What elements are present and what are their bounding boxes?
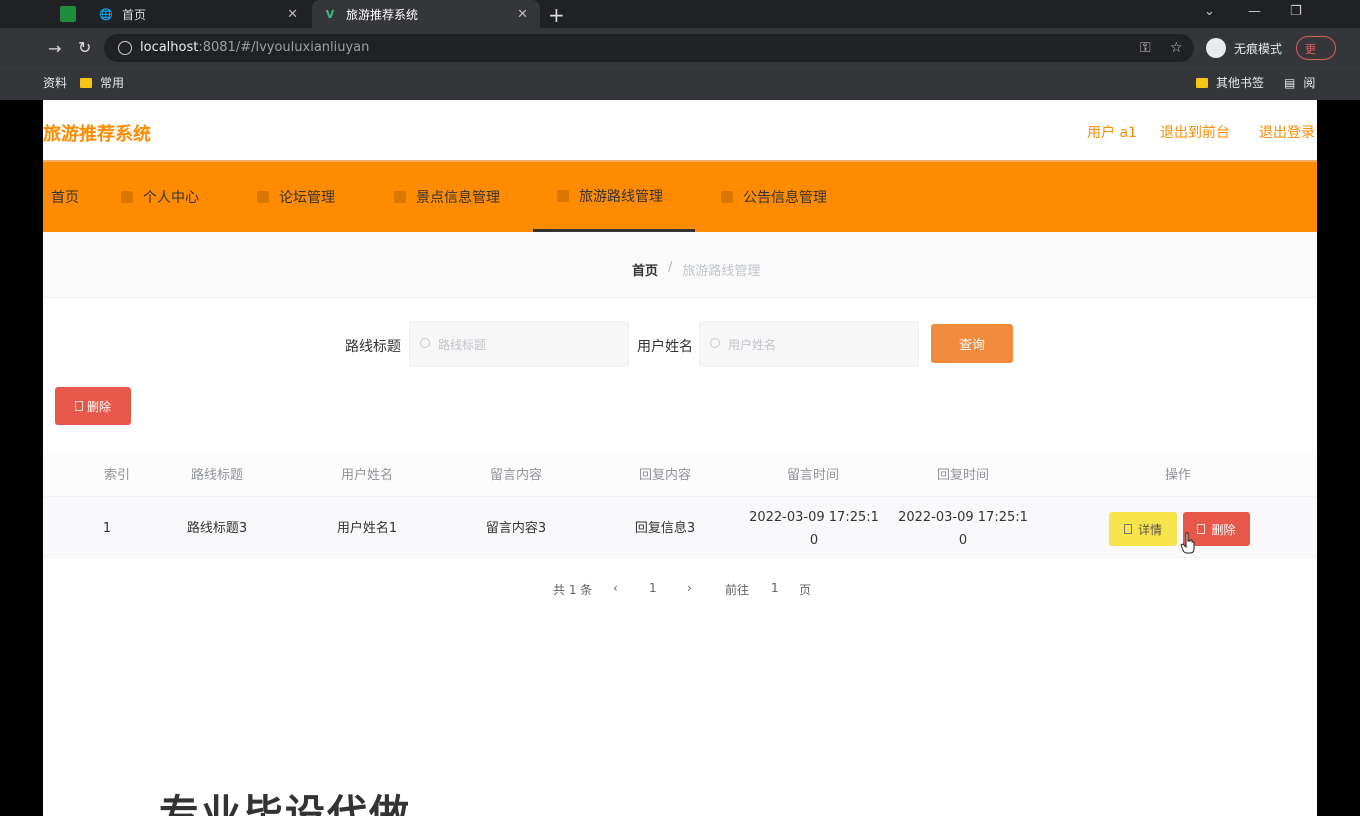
star-icon[interactable]: ☆	[1170, 40, 1183, 56]
page-unit: 页	[799, 583, 812, 597]
nav-notice[interactable]: 公告信息管理	[721, 162, 827, 232]
route-icon	[557, 189, 569, 202]
trash-icon	[1197, 524, 1206, 534]
forward-icon[interactable]: →	[48, 39, 61, 58]
query-button[interactable]: 查询	[931, 324, 1013, 363]
cell-reply: 回复信息3	[634, 521, 696, 536]
notice-icon	[721, 191, 733, 203]
close-icon[interactable]: ✕	[517, 7, 528, 22]
detail-button[interactable]: 详情	[1109, 512, 1177, 546]
cell-title: 路线标题3	[186, 521, 248, 536]
site-info-icon[interactable]	[118, 41, 132, 55]
chevron-down-icon[interactable]: ⌄	[1204, 4, 1215, 19]
search-icon	[420, 338, 430, 348]
restore-icon[interactable]: ❐	[1290, 4, 1302, 19]
tab-title: 首页	[122, 7, 147, 22]
url-text[interactable]: localhost:8081/#/lvyouluxianliuyan	[140, 40, 369, 55]
other-bookmarks[interactable]: 其他书签	[1196, 74, 1264, 91]
bookmark-item[interactable]: 资料	[43, 74, 67, 91]
route-title-label: 路线标题	[345, 339, 401, 355]
user-link[interactable]: 用户 a1	[1087, 122, 1137, 142]
nav-forum[interactable]: 论坛管理	[257, 162, 335, 232]
user-name-input[interactable]: 用户姓名	[699, 321, 919, 367]
sheets-icon[interactable]	[60, 6, 76, 22]
route-title-input[interactable]: 路线标题	[409, 321, 629, 367]
page-viewport: 旅游推荐系统 用户 a1 退出到前台 退出登录 首页 个人中心 论坛管理 景点信…	[43, 100, 1317, 816]
reading-list-icon: ▤	[1284, 75, 1296, 90]
next-page-icon[interactable]: ›	[687, 581, 692, 595]
minimize-icon[interactable]: —	[1248, 4, 1261, 19]
front-link[interactable]: 退出到前台	[1160, 122, 1230, 142]
folder-icon	[1196, 77, 1208, 88]
globe-icon: 🌐	[99, 7, 113, 21]
new-tab-icon[interactable]: +	[548, 3, 565, 27]
cell-message-time: 2022-03-09 17:25:1 0	[749, 510, 879, 548]
browser-tab-home[interactable]: 🌐 首页 ✕	[88, 0, 310, 28]
incognito-label: 无痕模式	[1234, 41, 1283, 56]
batch-delete-button[interactable]: 删除	[55, 387, 131, 425]
reload-icon[interactable]: ↻	[78, 38, 91, 57]
col-reply-time: 回复时间	[936, 468, 989, 483]
cell-message: 留言内容3	[485, 521, 547, 536]
col-title: 路线标题	[190, 468, 243, 483]
col-message-time: 留言时间	[786, 468, 839, 483]
goto-label: 前往	[725, 583, 750, 597]
pagination-total: 共 1 条	[553, 583, 593, 597]
browser-tab-active[interactable]: V 旅游推荐系统 ✕	[312, 0, 540, 28]
bookmarks-bar	[0, 68, 1360, 100]
vue-logo-icon: V	[325, 7, 335, 21]
col-message: 留言内容	[489, 468, 542, 483]
cell-index: 1	[102, 521, 112, 536]
nav-scenic[interactable]: 景点信息管理	[394, 162, 500, 232]
incognito-indicator[interactable]: 无痕模式	[1206, 38, 1282, 58]
nav-home[interactable]: 首页	[51, 162, 79, 232]
breadcrumb-current: 旅游路线管理	[682, 264, 761, 279]
nav-routes[interactable]: 旅游路线管理	[533, 162, 695, 232]
col-reply: 回复内容	[638, 468, 691, 483]
site-title: 旅游推荐系统	[43, 124, 151, 145]
tab-title: 旅游推荐系统	[346, 7, 419, 22]
site-header: 旅游推荐系统 用户 a1 退出到前台 退出登录	[43, 100, 1317, 162]
incognito-icon	[1206, 38, 1226, 58]
reading-list[interactable]: ▤ 阅	[1284, 74, 1315, 91]
search-icon	[710, 338, 720, 348]
update-button[interactable]: 更	[1296, 36, 1336, 60]
scenic-icon	[394, 191, 406, 203]
breadcrumb-home[interactable]: 首页	[632, 260, 658, 279]
logout-link[interactable]: 退出登录	[1259, 122, 1315, 142]
forum-icon	[257, 191, 269, 203]
cell-user: 用户姓名1	[336, 521, 398, 536]
bookmark-folder[interactable]: 常用	[80, 74, 124, 91]
user-name-label: 用户姓名	[637, 339, 693, 355]
nav-personal[interactable]: 个人中心	[121, 162, 199, 232]
folder-icon	[80, 77, 92, 88]
footer-heading: 专业毕设代做	[159, 792, 411, 816]
user-icon	[121, 191, 133, 203]
goto-input[interactable]: 1	[771, 581, 779, 595]
col-actions: 操作	[1164, 468, 1191, 483]
breadcrumb: 首页 / 旅游路线管理	[632, 260, 760, 279]
window-edge	[1317, 100, 1360, 816]
cell-reply-time: 2022-03-09 17:25:1 0	[898, 510, 1028, 548]
document-icon	[1123, 524, 1132, 534]
hand-cursor-icon	[1180, 532, 1195, 554]
trash-icon	[74, 401, 83, 411]
page-number[interactable]: 1	[649, 581, 657, 595]
main-nav: 首页 个人中心 论坛管理 景点信息管理 旅游路线管理 公告信息管理	[43, 162, 1317, 232]
prev-page-icon[interactable]: ‹	[613, 581, 618, 595]
key-icon[interactable]: ⚿	[1140, 40, 1151, 56]
breadcrumb-separator: /	[668, 260, 673, 275]
close-icon[interactable]: ✕	[287, 7, 298, 22]
col-user: 用户姓名	[340, 468, 393, 483]
col-index: 索引	[103, 468, 130, 483]
